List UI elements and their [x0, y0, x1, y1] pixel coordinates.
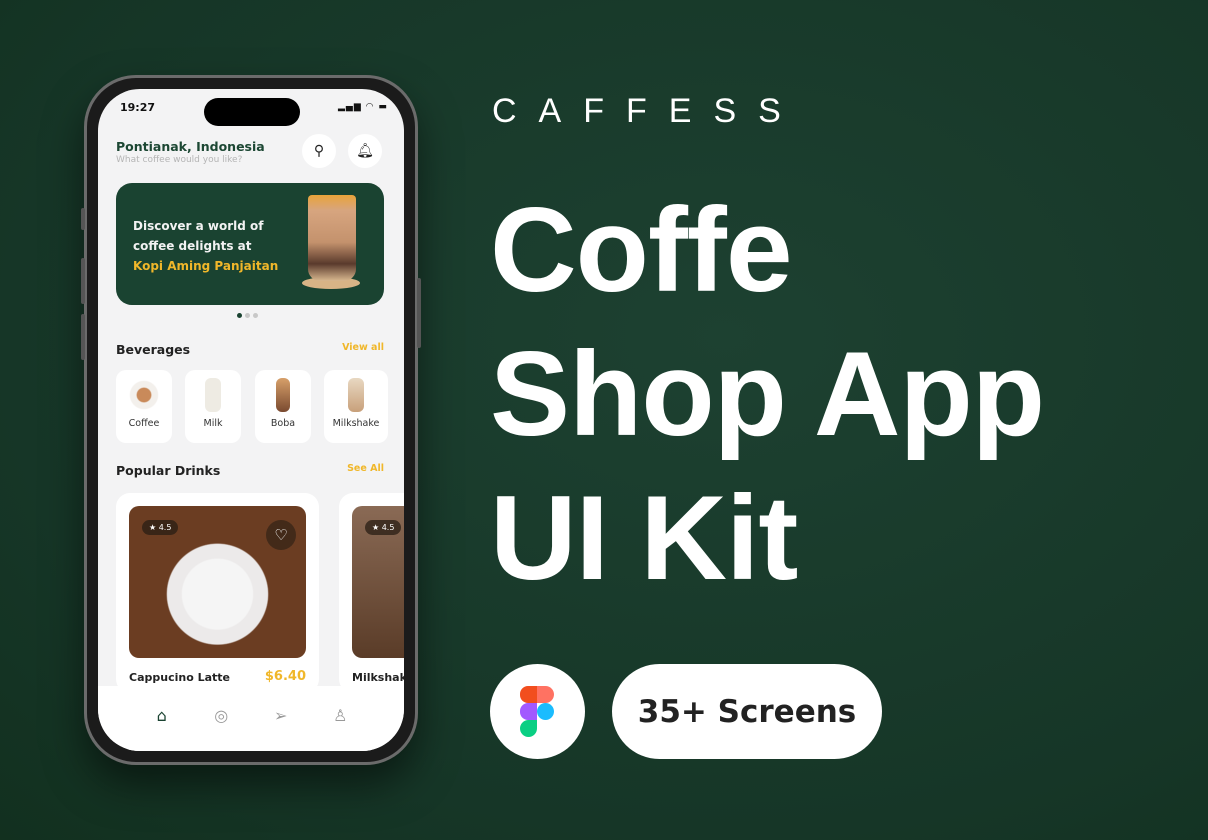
dynamic-island — [204, 98, 300, 126]
boba-drink-image — [308, 195, 356, 281]
status-icons: ▂▄▆ ◠ ▬ — [338, 102, 388, 112]
see-all-link[interactable]: See All — [347, 463, 384, 474]
drink-card[interactable]: ★ 4.5 ♡ Cappucino Latte $6.40 — [116, 493, 319, 693]
notification-button[interactable]: 🔔︎ — [348, 134, 382, 168]
beverage-milkshake[interactable]: Milkshake — [324, 370, 388, 443]
drink-name: Cappucino Latte — [129, 671, 230, 684]
profile-icon[interactable]: ♙ — [328, 706, 352, 751]
promo-banner[interactable]: Discover a world of coffee delights at K… — [116, 183, 384, 305]
banner-highlight: Kopi Aming Panjaitan — [133, 259, 279, 273]
cappuccino-image: ★ 4.5 ♡ — [129, 506, 306, 658]
headline-line: UI Kit — [490, 471, 798, 605]
beverage-boba[interactable]: Boba — [255, 370, 311, 443]
figma-badge — [490, 664, 585, 759]
carousel-dots[interactable] — [237, 313, 258, 318]
search-button[interactable]: ⚲ — [302, 134, 336, 168]
heart-icon: ♡ — [274, 526, 288, 544]
drink-price: $6.40 — [264, 669, 306, 684]
headline: Coffe Shop App UI Kit — [490, 178, 1045, 610]
figma-icon — [520, 686, 554, 737]
bell-icon: 🔔︎ — [356, 143, 374, 159]
phone-mockup: 19:27 ▂▄▆ ◠ ▬ Pontianak, Indonesia What … — [81, 75, 421, 765]
headline-line: Coffe — [490, 183, 793, 317]
brand-name: CAFFESS — [492, 92, 803, 130]
favorite-button[interactable]: ♡ — [266, 520, 296, 550]
star-icon: ★ — [372, 523, 380, 532]
milkshake-image: ★ 4.5 — [352, 506, 404, 658]
headline-line: Shop App — [490, 327, 1045, 461]
compass-icon[interactable]: ◎ — [209, 706, 233, 751]
location-subtitle: What coffee would you like? — [116, 155, 243, 165]
screens-count-badge: 35+ Screens — [612, 664, 882, 759]
rating-badge: ★ 4.5 — [142, 520, 179, 535]
send-icon[interactable]: ➢ — [269, 706, 293, 751]
beverages-title: Beverages — [116, 342, 191, 357]
app-screen: 19:27 ▂▄▆ ◠ ▬ Pontianak, Indonesia What … — [98, 89, 404, 751]
status-time: 19:27 — [120, 101, 156, 114]
drink-card[interactable]: ★ 4.5 Milkshak — [339, 493, 404, 693]
popular-title: Popular Drinks — [116, 463, 221, 478]
home-icon[interactable]: ⌂ — [150, 706, 174, 751]
banner-line: coffee delights at — [133, 239, 252, 253]
view-all-link[interactable]: View all — [342, 342, 384, 353]
search-icon: ⚲ — [313, 143, 325, 159]
location: Pontianak, Indonesia — [116, 139, 265, 154]
bottom-nav: ⌂ ◎ ➢ ♙ — [98, 686, 404, 751]
rating-badge: ★ 4.5 — [365, 520, 402, 535]
beverage-coffee[interactable]: Coffee — [116, 370, 172, 443]
star-icon: ★ — [149, 523, 157, 532]
beverage-milk[interactable]: Milk — [185, 370, 241, 443]
banner-line: Discover a world of — [133, 219, 264, 233]
drink-name: Milkshak — [352, 671, 404, 684]
